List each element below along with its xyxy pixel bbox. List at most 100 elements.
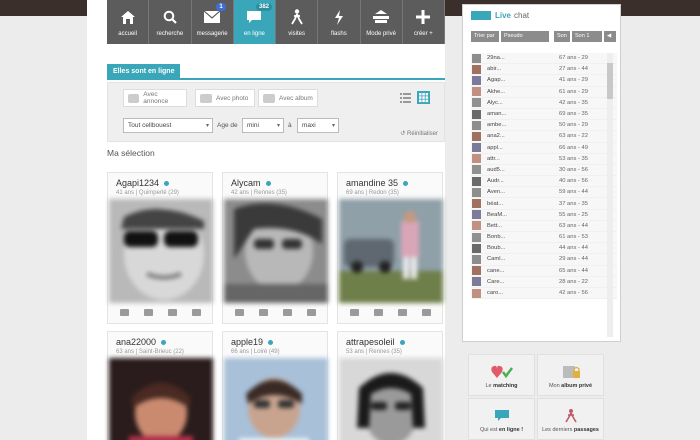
mail-icon[interactable] — [349, 308, 359, 316]
profile-name[interactable]: Agapi1234 — [116, 178, 159, 188]
mail-icon[interactable] — [234, 308, 244, 316]
profile-photo[interactable] — [109, 199, 213, 303]
nav-create[interactable]: créer + — [402, 0, 445, 44]
star-icon[interactable] — [306, 308, 316, 316]
filter-with-photo[interactable]: Avec photo — [195, 89, 255, 107]
chat-user-row[interactable]: Aven... 59 ans - 44 — [471, 187, 617, 199]
chat-user-row[interactable]: Caml... 29 ans - 44 — [471, 254, 617, 266]
chat-user-row[interactable]: abir... 27 ans - 44 — [471, 64, 617, 76]
chat-sound-select[interactable]: Son 1 — [572, 31, 602, 42]
avatar — [472, 199, 481, 209]
profile-actions — [338, 305, 442, 319]
widget-online-pre: Qui est — [479, 427, 499, 433]
reset-filters-link[interactable]: ↺ Réinitialiser — [400, 130, 438, 137]
chat-user-row[interactable]: BeaM... 55 ans - 25 — [471, 209, 617, 221]
profile-name[interactable]: Alycam — [231, 178, 261, 188]
chat-user-row[interactable]: ana2... 63 ans - 22 — [471, 131, 617, 143]
speaker-icon[interactable]: ◀ — [604, 31, 616, 42]
profile-photo[interactable] — [224, 358, 328, 440]
region-select[interactable]: Tout cellbouest — [123, 118, 213, 133]
chat-user-row[interactable]: 29na... 67 ans - 29 — [471, 53, 617, 65]
nav-online-label: en ligne — [243, 31, 265, 37]
profile-actions — [223, 305, 327, 319]
chat-user-name: Aven... — [487, 189, 505, 196]
widget-private-album[interactable]: Mon album privé — [537, 354, 604, 396]
age-max-select[interactable]: maxi — [297, 118, 339, 133]
online-dot — [268, 339, 274, 345]
chat-user-row[interactable]: béat... 37 ans - 35 — [471, 198, 617, 210]
chat-user-name: Bett... — [487, 222, 503, 229]
widget-who-online[interactable]: Qui est en ligne ! — [468, 398, 535, 440]
chat-icon[interactable] — [143, 308, 153, 316]
filter-with-album-label: Avec album — [279, 94, 313, 102]
nav-private-mode[interactable]: Mode privé — [360, 0, 403, 44]
avatar — [472, 154, 481, 164]
chat-user-row[interactable]: Alyc... 42 ans - 35 — [471, 97, 617, 109]
age-min-select[interactable]: mini — [242, 118, 284, 133]
nav-flashs[interactable]: flashs — [318, 0, 361, 44]
grid-view-icon[interactable] — [417, 91, 430, 104]
private-mode-icon — [372, 6, 390, 28]
nav-home[interactable]: accueil — [107, 0, 150, 44]
chat-user-info: 27 ans - 44 — [559, 66, 589, 73]
plus-icon — [416, 6, 431, 28]
widget-matching[interactable]: Le matching — [468, 354, 535, 396]
chat-user-row[interactable]: Bonb... 61 ans - 53 — [471, 232, 617, 244]
star-icon[interactable] — [421, 308, 431, 316]
chat-user-row[interactable]: Audr... 40 ans - 56 — [471, 176, 617, 188]
list-view-icon[interactable] — [399, 91, 412, 104]
chat-scrollbar[interactable] — [607, 53, 613, 337]
profile-name[interactable]: apple19 — [231, 337, 263, 347]
filter-with-ad[interactable]: Avec annonce — [123, 89, 187, 107]
nav-messages[interactable]: 1 messagerie — [191, 0, 234, 44]
chat-user-row[interactable]: attr... 53 ans - 35 — [471, 153, 617, 165]
chat-menu-icon[interactable] — [471, 10, 491, 20]
flash-icon[interactable] — [167, 308, 177, 316]
chat-icon[interactable] — [373, 308, 383, 316]
chat-user-row[interactable]: aman... 69 ans - 35 — [471, 108, 617, 121]
profile-card[interactable]: Alycam 42 ans | Rennes (35) — [222, 172, 328, 324]
chat-user-row[interactable]: Agap... 41 ans - 29 — [471, 75, 617, 87]
chat-icon[interactable] — [258, 308, 268, 316]
profile-card[interactable]: apple19 66 ans | Loiré (49) — [222, 331, 328, 440]
chat-user-row[interactable]: Boub... 44 ans - 44 — [471, 243, 617, 255]
chat-user-row[interactable]: appl... 66 ans - 49 — [471, 142, 617, 154]
chat-user-row[interactable]: Akhe... 61 ans - 29 — [471, 86, 617, 98]
chat-user-name: Agap... — [487, 77, 506, 84]
profile-card[interactable]: attrapesoleil 53 ans | Rennes (35) — [337, 331, 443, 440]
chat-sort-select[interactable]: Pseudo — [501, 31, 549, 42]
chat-user-row[interactable]: Care... 28 ans - 22 — [471, 276, 617, 288]
nav-online[interactable]: 382 en ligne — [233, 0, 276, 44]
live-chat-panel: Live chat Trier par Pseudo Son Son 1 ◀ 2… — [462, 4, 621, 342]
age-label: Age de — [217, 122, 238, 129]
mail-icon[interactable] — [119, 308, 129, 316]
chat-scrollbar-thumb[interactable] — [607, 63, 613, 99]
widget-last-visits[interactable]: Les derniers passages — [537, 398, 604, 440]
profile-photo[interactable] — [224, 199, 328, 303]
chat-user-info: 44 ans - 44 — [559, 245, 589, 252]
nav-visits[interactable]: visites — [276, 0, 319, 44]
chat-user-row[interactable]: cane... 65 ans - 44 — [471, 265, 617, 277]
nav-search[interactable]: recherche — [149, 0, 192, 44]
profile-card[interactable]: amandine 35 69 ans | Redon (35) — [337, 172, 443, 324]
chat-user-row[interactable]: ambe... 50 ans - 29 — [471, 120, 617, 132]
chat-user-row[interactable]: aud5... 30 ans - 56 — [471, 164, 617, 177]
profile-photo[interactable] — [339, 358, 443, 440]
profile-photo[interactable] — [109, 358, 213, 440]
tab-online-women[interactable]: Elles sont en ligne — [107, 64, 181, 80]
profile-card[interactable]: ana22000 63 ans | Saint-Brieuc (22) — [107, 331, 213, 440]
profile-name[interactable]: amandine 35 — [346, 178, 398, 188]
chat-user-info: 66 ans - 49 — [559, 144, 589, 151]
profile-card[interactable]: Agapi1234 41 ans | Quimperlé (29) — [107, 172, 213, 324]
avatar — [472, 98, 481, 108]
star-icon[interactable] — [191, 308, 201, 316]
flash-icon[interactable] — [397, 308, 407, 316]
profile-name[interactable]: attrapesoleil — [346, 337, 395, 347]
filter-with-album[interactable]: Avec album — [258, 89, 318, 107]
profile-photo[interactable] — [339, 199, 443, 303]
chat-user-row[interactable]: Bett... 63 ans - 44 — [471, 220, 617, 232]
flash-icon[interactable] — [282, 308, 292, 316]
online-dot — [403, 180, 409, 186]
chat-user-row[interactable]: caro... 42 ans - 56 — [471, 287, 617, 300]
profile-name[interactable]: ana22000 — [116, 337, 156, 347]
